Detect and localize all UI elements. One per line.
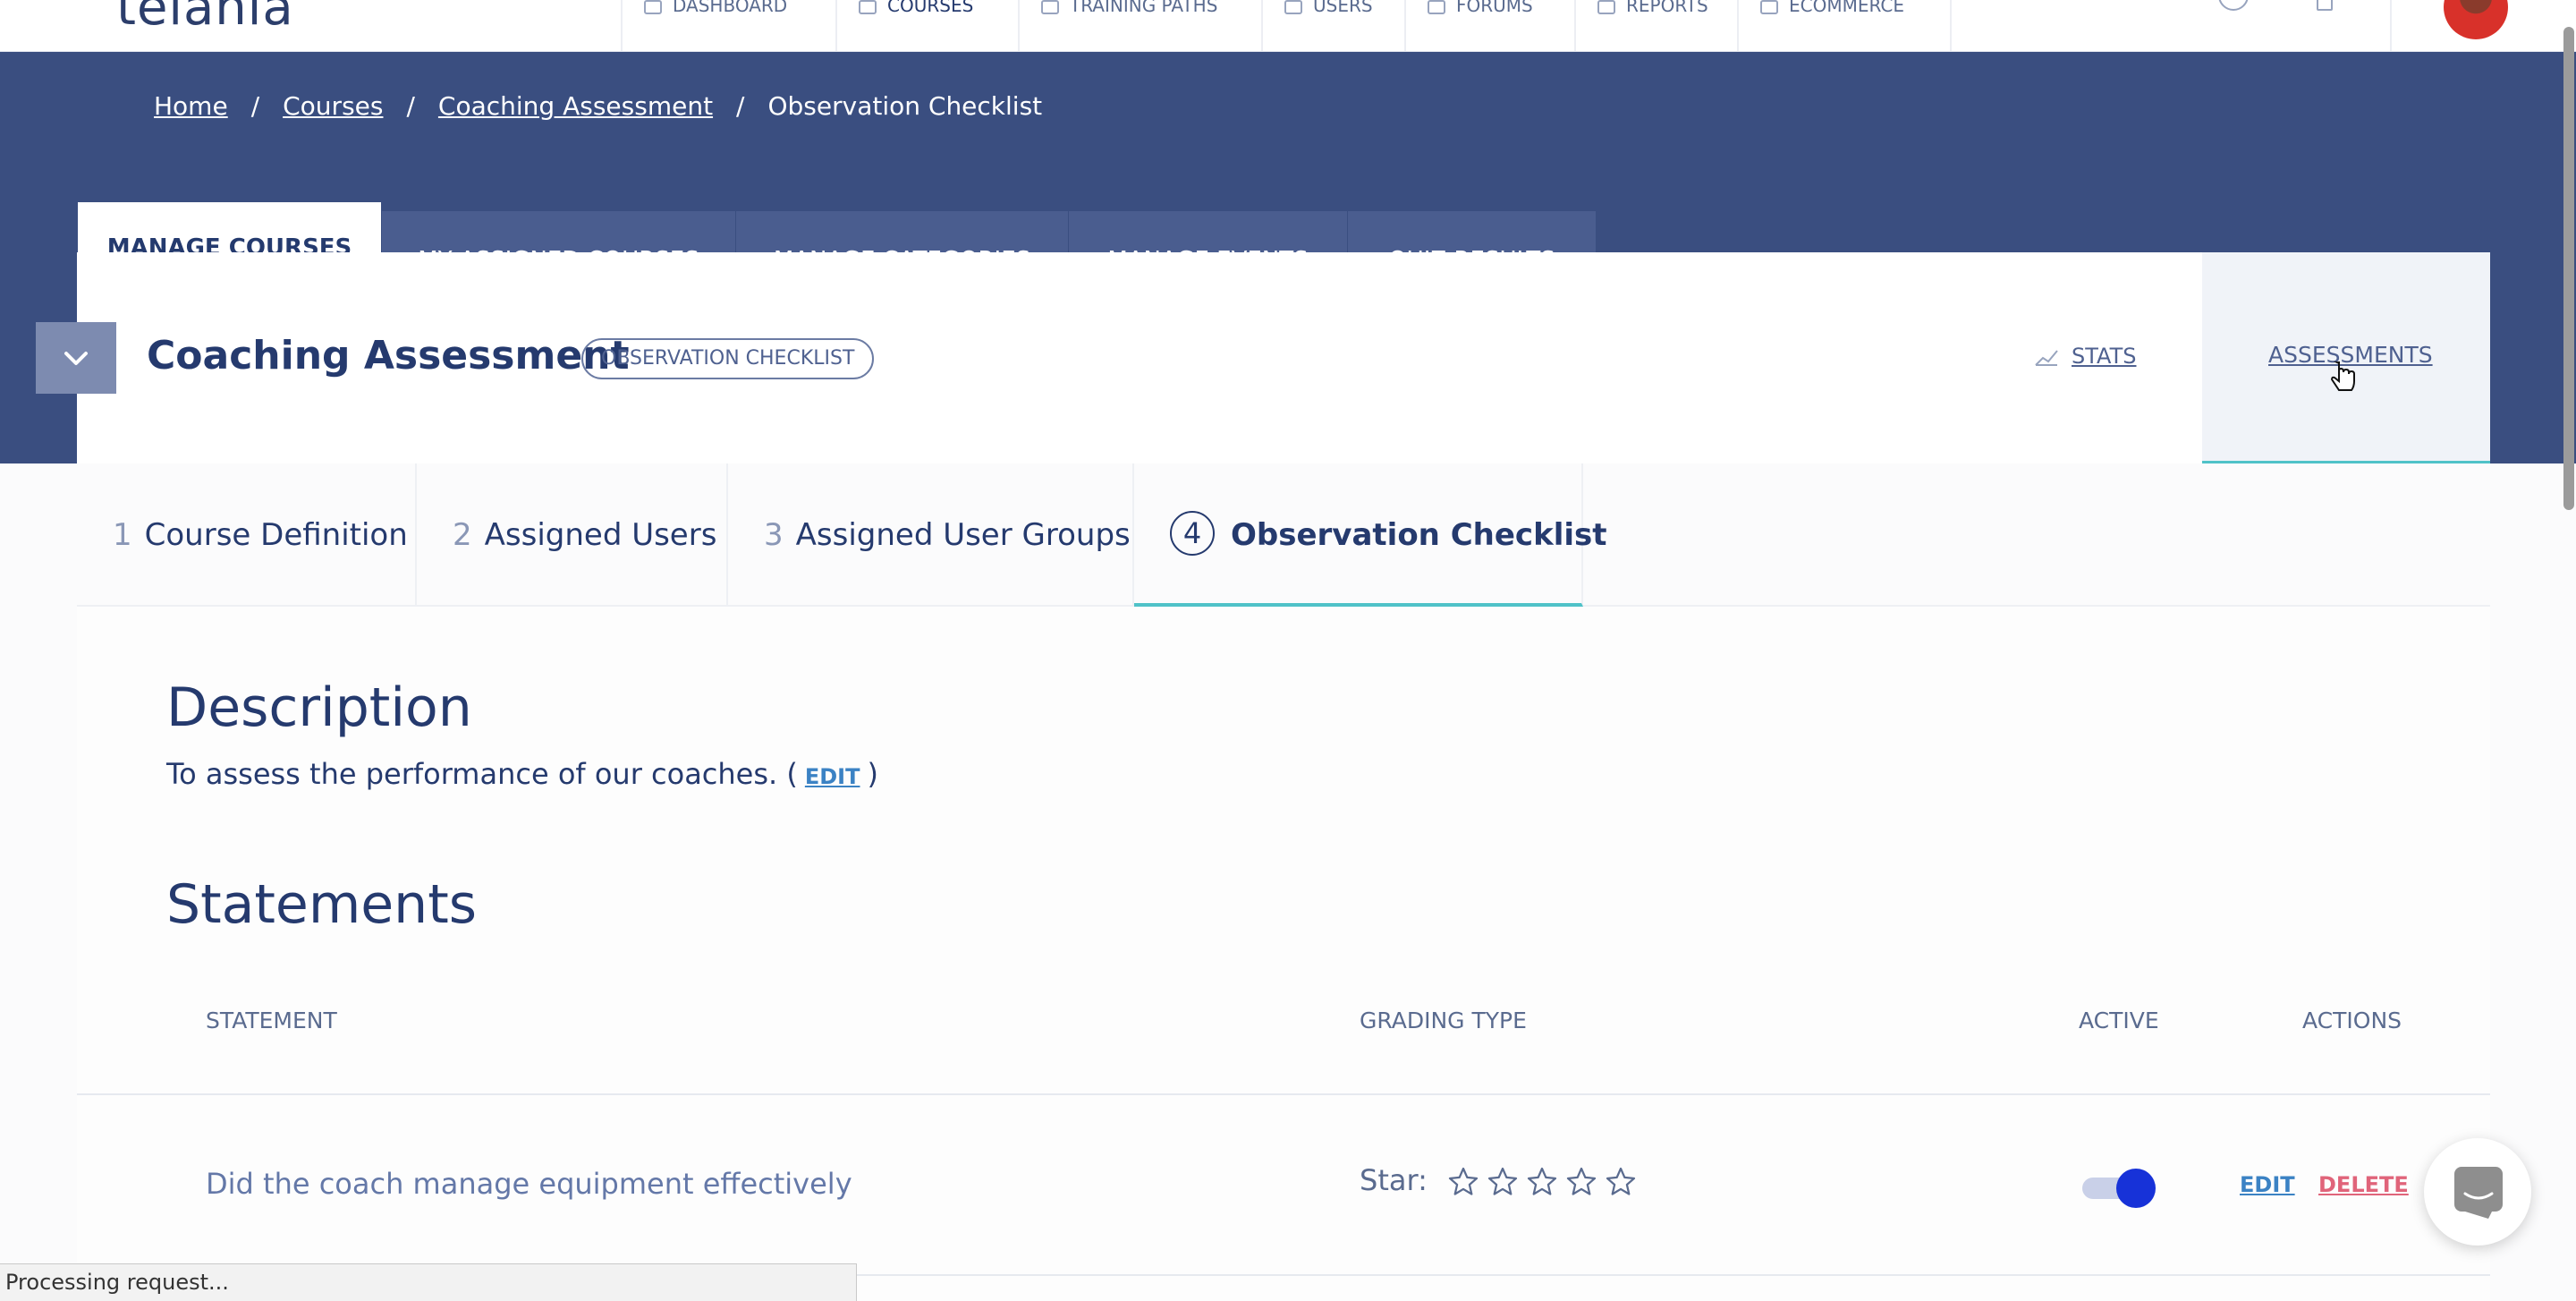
collapse-toggle-button[interactable]	[36, 322, 116, 394]
paren-open: (	[786, 757, 798, 791]
step-number: 2	[453, 517, 472, 553]
star-icon[interactable]	[1565, 1166, 1597, 1198]
telania-logo[interactable]: telania	[116, 0, 294, 37]
star-rating	[1447, 1166, 1637, 1198]
step-number: 3	[764, 517, 784, 553]
star-icon[interactable]	[1447, 1166, 1479, 1198]
topnav-label: FORUMS	[1456, 0, 1533, 16]
active-toggle[interactable]	[2082, 1169, 2156, 1208]
topnav-reports[interactable]: REPORTS	[1574, 0, 1737, 51]
column-header-statement: STATEMENT	[206, 1008, 337, 1033]
forums-icon	[1428, 0, 1445, 14]
breadcrumb-separator: /	[406, 91, 415, 121]
grading-type-label: Star:	[1360, 1163, 1428, 1197]
chart-icon	[2035, 350, 2058, 366]
step-tabs: 1 Course Definition 2 Assigned Users 3 Assi…	[77, 463, 2490, 607]
topnav-label: COURSES	[887, 0, 974, 16]
statements-heading: Statements	[166, 873, 477, 936]
statement-text: Did the coach manage equipment effective…	[206, 1167, 852, 1201]
topnav-divider	[1950, 0, 1952, 51]
breadcrumb-current: Observation Checklist	[767, 91, 1043, 121]
course-type-badge: OBSERVATION CHECKLIST	[581, 338, 875, 379]
breadcrumb: Home / Courses / Coaching Assessment / Observa…	[154, 91, 1042, 121]
star-icon[interactable]	[1526, 1166, 1558, 1198]
user-avatar[interactable]	[2444, 0, 2508, 39]
description-edit-link[interactable]: EDIT	[805, 764, 860, 789]
topnav-courses[interactable]: COURSES	[835, 0, 1020, 51]
description-body: To assess the performance of our coaches…	[166, 757, 778, 791]
topnav-label: DASHBOARD	[673, 0, 788, 16]
star-icon[interactable]	[1605, 1166, 1637, 1198]
edit-statement-button[interactable]: EDIT	[2240, 1172, 2295, 1197]
step-course-definition[interactable]: 1 Course Definition	[77, 463, 417, 607]
breadcrumb-separator: /	[736, 91, 745, 121]
topnav-label: ECOMMERCE	[1789, 0, 1904, 16]
top-navigation: telania DASHBOARD COURSES TRAINING PATHS…	[0, 0, 2576, 52]
column-header-grading-type: GRADING TYPE	[1360, 1008, 1527, 1033]
courses-icon	[859, 0, 877, 14]
tab-assessments[interactable]: ASSESSMENTS	[2202, 252, 2490, 463]
topnav-training-paths[interactable]: TRAINING PATHS	[1018, 0, 1261, 51]
chat-icon	[2454, 1167, 2503, 1219]
notification-icon[interactable]	[2317, 0, 2333, 11]
step-number: 1	[113, 517, 132, 553]
star-icon[interactable]	[1487, 1166, 1519, 1198]
page-title: Coaching Assessment	[147, 333, 630, 378]
topnav-ecommerce[interactable]: ECOMMERCE	[1737, 0, 1950, 51]
toggle-knob	[2116, 1169, 2156, 1208]
step-assigned-user-groups[interactable]: 3 Assigned User Groups	[728, 463, 1134, 607]
paren-close: )	[867, 757, 878, 791]
topnav-label: REPORTS	[1626, 0, 1708, 16]
column-header-actions: ACTIONS	[2302, 1008, 2402, 1033]
grading-type-cell: Star:	[1360, 1163, 1637, 1198]
ecommerce-icon	[1760, 0, 1778, 14]
step-label: Assigned Users	[484, 517, 717, 553]
topnav-label: TRAINING PATHS	[1070, 0, 1218, 16]
topnav-dashboard[interactable]: DASHBOARD	[621, 0, 859, 51]
table-header-divider	[77, 1093, 2490, 1095]
topnav-divider	[2390, 0, 2392, 51]
step-observation-checklist[interactable]: 4 Observation Checklist	[1134, 463, 1607, 607]
description-heading: Description	[166, 676, 472, 739]
training-paths-icon	[1041, 0, 1059, 14]
stats-label: STATS	[2072, 344, 2137, 369]
chat-launcher-button[interactable]	[2424, 1138, 2531, 1246]
step-label: Course Definition	[144, 517, 408, 553]
dashboard-icon	[644, 0, 662, 14]
step-label: Assigned User Groups	[795, 517, 1131, 553]
description-text: To assess the performance of our coaches…	[166, 757, 878, 791]
column-header-active: ACTIVE	[2079, 1008, 2159, 1033]
breadcrumb-courses[interactable]: Courses	[283, 91, 383, 121]
page-scrollbar[interactable]	[2563, 27, 2574, 510]
stats-link[interactable]: STATS	[2034, 344, 2136, 369]
step-label: Observation Checklist	[1231, 517, 1607, 553]
step-assigned-users[interactable]: 2 Assigned Users	[417, 463, 728, 607]
chevron-down-icon	[64, 352, 88, 365]
help-icon[interactable]	[2218, 0, 2249, 11]
topnav-forums[interactable]: FORUMS	[1404, 0, 1574, 51]
breadcrumb-coaching-assessment[interactable]: Coaching Assessment	[438, 91, 713, 121]
browser-status-bar: Processing request...	[0, 1263, 857, 1301]
topnav-users[interactable]: USERS	[1261, 0, 1404, 51]
users-icon	[1284, 0, 1302, 14]
delete-statement-button[interactable]: DELETE	[2318, 1172, 2409, 1197]
hand-cursor-icon	[2331, 361, 2355, 391]
reports-icon	[1597, 0, 1615, 14]
topnav-label: USERS	[1313, 0, 1373, 16]
breadcrumb-home[interactable]: Home	[154, 91, 228, 121]
breadcrumb-separator: /	[250, 91, 260, 121]
step-number: 4	[1170, 510, 1215, 556]
